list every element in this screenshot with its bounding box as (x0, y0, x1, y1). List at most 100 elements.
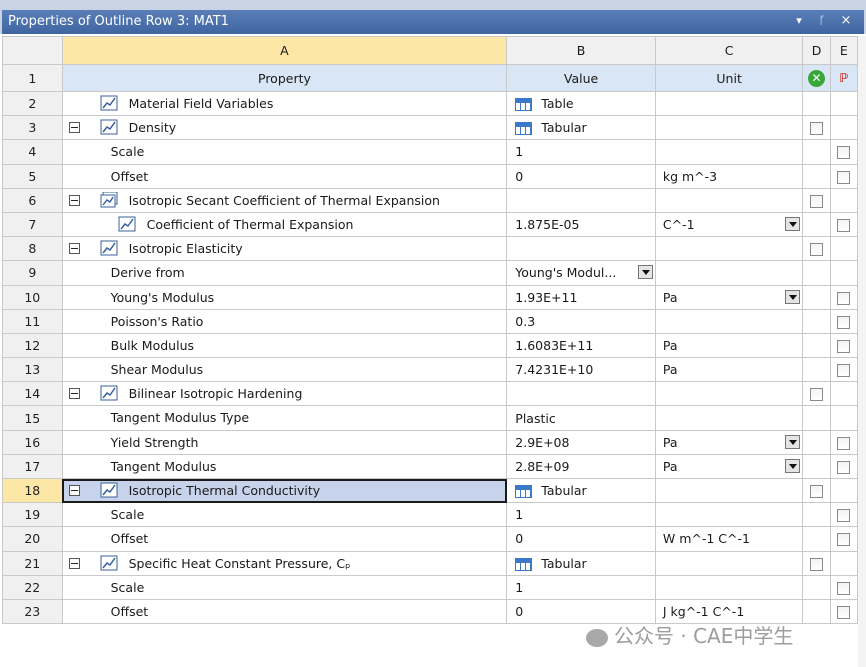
unit-cell[interactable] (654, 260, 804, 286)
parameter-cell[interactable] (829, 332, 859, 359)
pin-icon[interactable]: ᚴ (815, 14, 829, 28)
suppress-cell[interactable] (802, 477, 831, 504)
property-cell[interactable]: Scale (61, 502, 508, 528)
value-cell[interactable]: 2.9E+08 (506, 429, 656, 455)
row-number[interactable]: 17 (2, 453, 63, 480)
parameter-cell[interactable] (829, 357, 859, 383)
chevron-down-icon[interactable] (785, 289, 801, 304)
table-row[interactable]: 21 Specific Heat Constant Pressure, Cₚ Tab… (2, 550, 859, 576)
property-cell[interactable]: Derive from (61, 260, 508, 286)
unit-cell[interactable] (654, 477, 804, 504)
property-cell[interactable]: Isotropic Elasticity (61, 236, 508, 262)
unit-cell[interactable] (654, 381, 804, 407)
unit-cell[interactable]: Pa (654, 284, 804, 310)
unit-cell[interactable]: Pa (654, 453, 804, 480)
unit-cell[interactable] (654, 115, 804, 141)
value-cell[interactable]: 2.8E+09 (506, 453, 656, 480)
property-cell[interactable]: Isotropic Thermal Conductivity (61, 477, 508, 504)
property-cell[interactable]: Offset (61, 598, 508, 625)
row-number[interactable]: 13 (2, 357, 63, 383)
property-cell[interactable]: Density (61, 115, 508, 141)
parameter-icon[interactable]: ℙ (835, 70, 853, 86)
property-cell[interactable]: Coefficient of Thermal Expansion (61, 211, 508, 238)
unit-cell[interactable] (654, 139, 804, 165)
dropdown-arrow-icon[interactable]: ▾ (792, 14, 806, 28)
unit-cell[interactable] (654, 90, 804, 117)
table-row[interactable]: 18 Isotropic Thermal Conductivity Tabular (2, 477, 859, 504)
value-cell[interactable]: Table (506, 90, 656, 117)
collapse-toggle-icon[interactable] (68, 243, 80, 255)
value-cell[interactable] (506, 381, 656, 407)
row-number[interactable]: 7 (2, 211, 63, 238)
collapse-toggle-icon[interactable] (68, 388, 80, 400)
value-cell[interactable]: Tabular (506, 550, 656, 576)
suppress-checkbox[interactable] (810, 557, 824, 571)
property-cell[interactable]: Shear Modulus (61, 357, 508, 383)
parameter-checkbox[interactable] (837, 291, 851, 305)
column-header-e[interactable]: E (829, 36, 859, 65)
property-cell[interactable]: Tangent Modulus Type (61, 405, 508, 431)
chevron-down-icon[interactable] (785, 434, 801, 449)
table-row[interactable]: 10 Young's Modulus 1.93E+11 Pa (2, 284, 859, 310)
collapse-toggle-icon[interactable] (68, 557, 80, 569)
property-cell[interactable]: Yield Strength (61, 429, 508, 455)
row-number[interactable]: 14 (2, 381, 63, 407)
row-number[interactable]: 21 (2, 550, 63, 576)
parameter-cell[interactable] (829, 598, 859, 625)
parameter-cell[interactable] (829, 526, 859, 552)
table-row[interactable]: 19 Scale 1 (2, 502, 859, 528)
table-row[interactable]: 11 Poisson's Ratio 0.3 (2, 308, 859, 334)
parameter-checkbox[interactable] (837, 581, 851, 595)
property-cell[interactable]: Material Field Variables (61, 90, 508, 117)
value-cell[interactable]: 0 (506, 526, 656, 552)
value-cell[interactable]: Tabular (506, 477, 656, 504)
unit-cell[interactable]: Pa (654, 429, 804, 455)
unit-cell[interactable] (654, 236, 804, 262)
column-header-c[interactable]: C (654, 36, 804, 65)
parameter-cell[interactable] (829, 429, 859, 455)
row-number[interactable]: 5 (2, 163, 63, 189)
parameter-cell[interactable] (829, 211, 859, 238)
property-cell[interactable]: Isotropic Secant Coefficient of Thermal … (61, 187, 508, 213)
parameter-checkbox[interactable] (837, 339, 851, 353)
corner-cell[interactable] (2, 36, 63, 65)
suppress-checkbox[interactable] (810, 122, 824, 136)
row-number[interactable]: 15 (2, 405, 63, 431)
property-cell[interactable]: Specific Heat Constant Pressure, Cₚ (61, 550, 508, 576)
unit-cell[interactable]: Pa (654, 357, 804, 383)
table-row[interactable]: 20 Offset 0 W m^-1 C^-1 (2, 526, 859, 552)
value-cell[interactable]: 1.6083E+11 (506, 332, 656, 359)
property-cell[interactable]: Bilinear Isotropic Hardening (61, 381, 508, 407)
table-row[interactable]: 12 Bulk Modulus 1.6083E+11 Pa (2, 332, 859, 359)
property-cell[interactable]: Poisson's Ratio (61, 308, 508, 334)
value-cell[interactable]: 1 (506, 502, 656, 528)
value-cell[interactable]: 0.3 (506, 308, 656, 334)
unit-cell[interactable]: W m^-1 C^-1 (654, 526, 804, 552)
row-number[interactable]: 3 (2, 115, 63, 141)
parameter-checkbox[interactable] (837, 364, 851, 378)
unit-cell[interactable] (654, 502, 804, 528)
row-number[interactable]: 2 (2, 90, 63, 117)
parameter-header[interactable]: ℙ (829, 64, 859, 92)
value-cell[interactable]: 7.4231E+10 (506, 357, 656, 383)
property-cell[interactable]: Scale (61, 574, 508, 600)
property-cell[interactable]: Offset (61, 526, 508, 552)
table-row[interactable]: 7 Coefficient of Thermal Expansion 1.875E-… (2, 211, 859, 238)
parameter-cell[interactable] (829, 284, 859, 310)
parameter-cell[interactable] (829, 502, 859, 528)
parameter-checkbox[interactable] (837, 460, 851, 474)
row-number[interactable]: 11 (2, 308, 63, 334)
suppress-icon[interactable]: ✕ (808, 69, 826, 87)
parameter-checkbox[interactable] (837, 436, 851, 450)
table-row[interactable]: 3 Density Tabular (2, 115, 859, 141)
parameter-cell[interactable] (829, 574, 859, 600)
table-row[interactable]: 4 Scale 1 (2, 139, 859, 165)
suppress-checkbox[interactable] (810, 194, 824, 208)
table-row[interactable]: 17 Tangent Modulus 2.8E+09 Pa (2, 453, 859, 480)
chevron-down-icon[interactable] (785, 458, 801, 473)
suppress-cell[interactable] (802, 115, 831, 141)
value-cell[interactable]: Plastic (506, 405, 656, 431)
row-number[interactable]: 23 (2, 598, 63, 625)
property-cell[interactable]: Offset (61, 163, 508, 189)
collapse-toggle-icon[interactable] (68, 194, 80, 206)
